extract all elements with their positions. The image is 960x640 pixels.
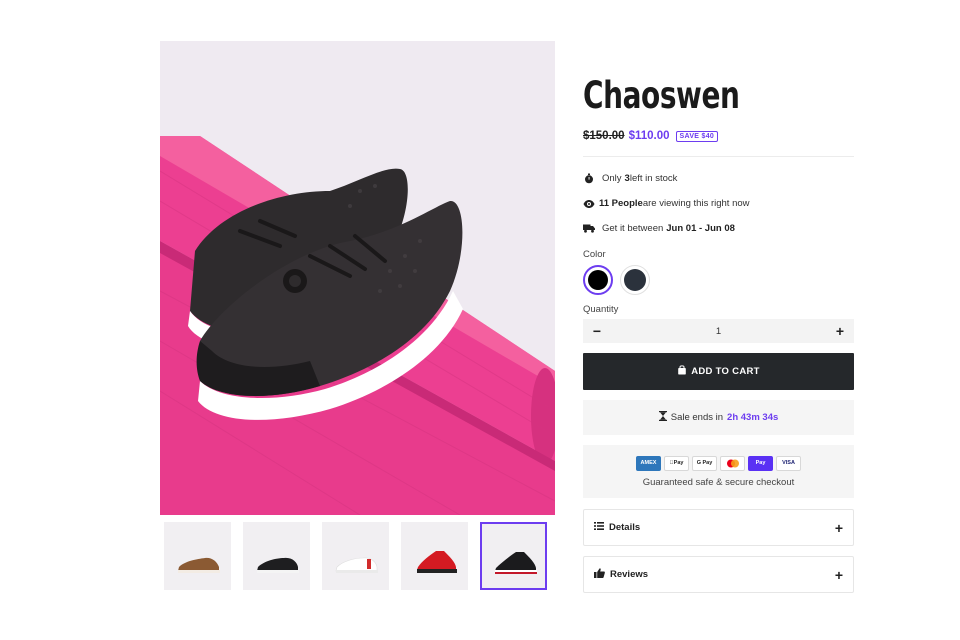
product-meta: Only 3 left in stock 11 People are viewi… (583, 166, 854, 241)
product-info: Chaoswen $150.00 $110.00 SAVE $40 Only 3… (583, 70, 854, 593)
shop-pay-icon: Pay (748, 455, 773, 471)
divider (583, 156, 854, 157)
sale-countdown: Sale ends in 2h 43m 34s (583, 400, 854, 435)
sale-price: $110.00 (628, 130, 670, 142)
quantity-decrease-button[interactable]: − (591, 324, 603, 338)
sale-prefix: Sale ends in (670, 412, 724, 423)
add-to-cart-button[interactable]: ADD TO CART (583, 353, 854, 390)
original-price: $150.00 (583, 130, 625, 142)
quantity-increase-button[interactable]: + (834, 324, 846, 338)
thumbnail-strip (164, 522, 552, 592)
viewers-suffix: are viewing this right now (642, 198, 750, 209)
thumbnail-white-shoe[interactable] (322, 522, 389, 590)
reviews-label: Reviews (610, 569, 649, 580)
thumbnail-red-shoe[interactable] (401, 522, 468, 590)
color-label: Color (583, 249, 606, 260)
bag-icon (677, 365, 687, 378)
details-accordion[interactable]: Details + (583, 509, 854, 546)
stock-prefix: Only (602, 173, 622, 184)
eye-icon (583, 198, 595, 210)
color-swatch-black[interactable] (583, 265, 613, 295)
google-pay-icon: G Pay (692, 455, 717, 471)
product-photo (160, 41, 555, 515)
payment-methods: AMEX Pay G Pay Pay VISA Guaranteed safe… (583, 445, 854, 498)
payment-icons: AMEX Pay G Pay Pay VISA (636, 455, 801, 471)
color-swatches (583, 265, 854, 295)
hourglass-icon (658, 411, 667, 424)
delivery-range: Jun 01 - Jun 08 (666, 223, 735, 234)
price-row: $150.00 $110.00 SAVE $40 (583, 128, 854, 144)
plus-icon: + (834, 519, 843, 536)
main-product-image[interactable] (160, 41, 555, 515)
stock-suffix: left in stock (629, 173, 678, 184)
sale-timer: 2h 43m 34s (727, 412, 779, 423)
product-title: Chaoswen (583, 74, 740, 117)
save-badge: SAVE $40 (675, 130, 719, 142)
reviews-accordion[interactable]: Reviews + (583, 556, 854, 593)
quantity-stepper: − 1 + (583, 319, 854, 343)
viewers-count: 11 People (599, 198, 643, 209)
quantity-value[interactable]: 1 (716, 326, 721, 337)
color-swatch-navy[interactable] (620, 265, 650, 295)
checkout-caption: Guaranteed safe & secure checkout (642, 476, 795, 488)
details-label: Details (609, 522, 641, 533)
delivery-line: Get it between Jun 01 - Jun 08 (583, 216, 854, 241)
thumbnail-brown-shoe[interactable] (164, 522, 231, 590)
thumbs-up-icon (594, 568, 605, 581)
stopwatch-icon (583, 173, 595, 185)
add-to-cart-label: ADD TO CART (691, 366, 760, 377)
stock-line: Only 3 left in stock (583, 166, 854, 191)
truck-icon (583, 223, 595, 235)
thumbnail-black-shoe[interactable] (243, 522, 310, 590)
quantity-label: Quantity (583, 304, 619, 315)
visa-icon: VISA (776, 455, 801, 471)
thumbnail-black-sock-shoe[interactable] (480, 522, 547, 590)
apple-pay-icon: Pay (664, 455, 689, 471)
delivery-prefix: Get it between (602, 223, 664, 234)
mastercard-icon (720, 455, 745, 471)
viewers-line: 11 People are viewing this right now (583, 191, 854, 216)
plus-icon: + (834, 566, 843, 583)
list-icon (594, 522, 604, 533)
amex-icon: AMEX (636, 455, 661, 471)
